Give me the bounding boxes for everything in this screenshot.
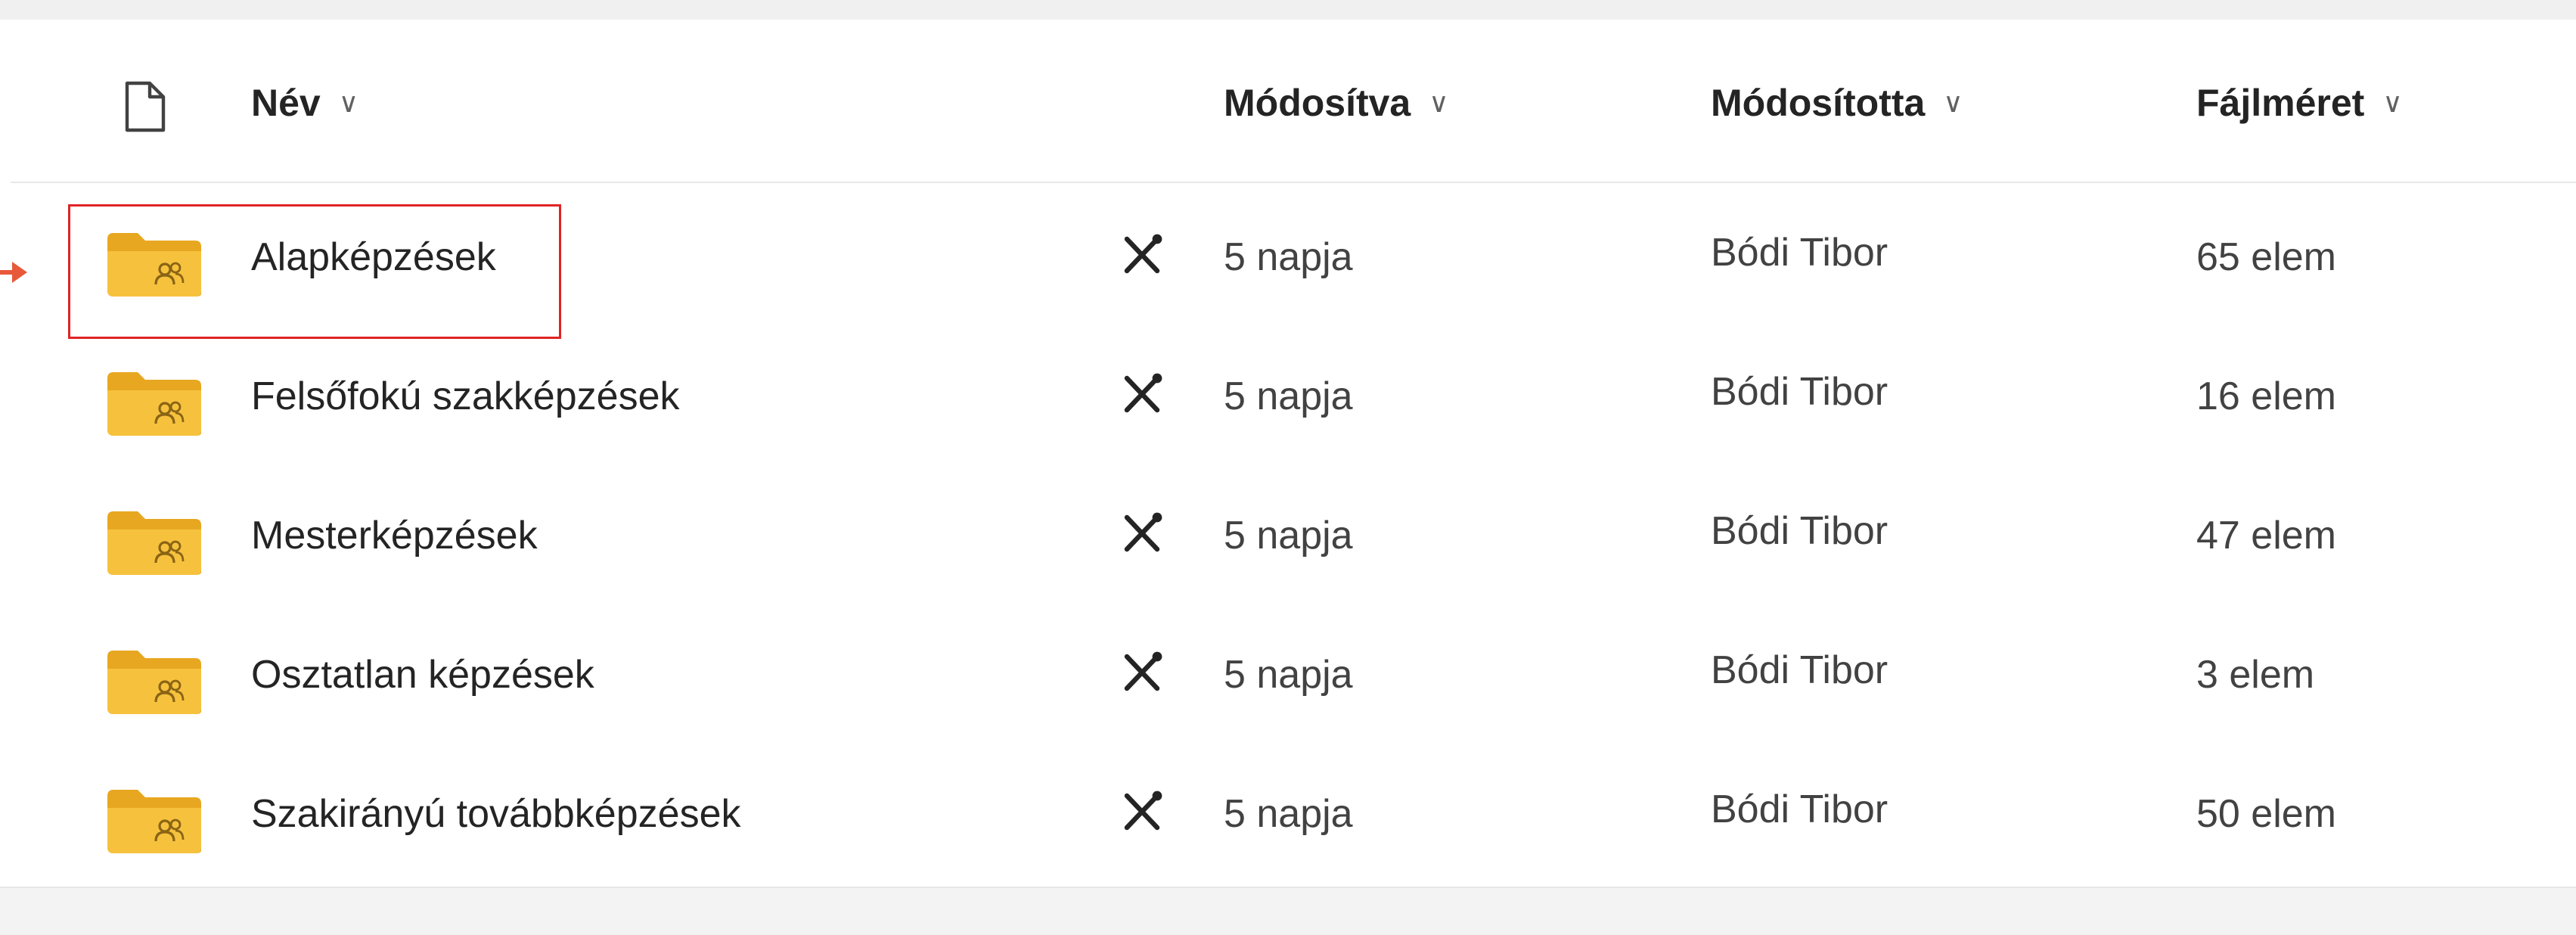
modified-by-user[interactable]: Bódi Tibor (1711, 779, 1888, 840)
file-size: 47 elem (2196, 514, 2336, 558)
modified-by-user[interactable]: Bódi Tibor (1711, 362, 1888, 422)
chevron-down-icon: ∨ (2382, 87, 2403, 118)
arrow-right-icon (0, 262, 27, 283)
column-header-row: Név ∨ Módosítva ∨ Módosította ∨ Fájlmére… (11, 20, 2576, 183)
modified-by-user[interactable]: Bódi Tibor (1711, 222, 1888, 283)
file-list: Név ∨ Módosítva ∨ Módosította ∨ Fájlmére… (11, 20, 2576, 885)
file-size: 50 elem (2196, 792, 2336, 836)
column-header-modified-label: Módosítva (1224, 82, 1411, 124)
tools-icon[interactable] (1118, 648, 1166, 696)
tools-icon[interactable] (1118, 369, 1166, 418)
column-header-modified-by-label: Módosította (1711, 82, 1926, 124)
modified-by-user[interactable]: Bódi Tibor (1711, 640, 1888, 700)
table-row[interactable]: Felsőfokú szakképzések 5 napja Bódi Tibo… (11, 328, 2576, 468)
table-row[interactable]: Osztatlan képzések 5 napja Bódi Tibor 3 … (11, 607, 2576, 746)
shared-folder-icon (107, 790, 201, 853)
chevron-down-icon: ∨ (338, 87, 359, 118)
modified-by-user[interactable]: Bódi Tibor (1711, 501, 1888, 561)
table-row[interactable]: Mesterképzések 5 napja Bódi Tibor 47 ele… (11, 468, 2576, 607)
file-size: 3 elem (2196, 653, 2315, 697)
bottom-band (0, 887, 2576, 935)
modified-date: 5 napja (1224, 235, 1353, 279)
folder-name[interactable]: Osztatlan képzések (251, 645, 594, 705)
column-header-name[interactable]: Név ∨ (251, 73, 358, 133)
tools-icon[interactable] (1118, 787, 1166, 835)
column-header-modified-by[interactable]: Módosította ∨ (1711, 73, 1963, 133)
tools-icon[interactable] (1118, 508, 1166, 557)
highlight-box (68, 204, 561, 339)
column-header-file-size[interactable]: Fájlméret ∨ (2196, 73, 2403, 133)
shared-folder-icon (107, 651, 201, 714)
chevron-down-icon: ∨ (1429, 87, 1449, 118)
column-header-file-size-label: Fájlméret (2196, 82, 2365, 124)
column-header-modified[interactable]: Módosítva ∨ (1224, 73, 1449, 133)
file-size: 65 elem (2196, 235, 2336, 279)
modified-date: 5 napja (1224, 792, 1353, 836)
table-row[interactable]: Szakirányú továbbképzések 5 napja Bódi T… (11, 746, 2576, 885)
tools-icon[interactable] (1118, 230, 1166, 278)
file-size: 16 elem (2196, 374, 2336, 418)
folder-name[interactable]: Felsőfokú szakképzések (251, 366, 680, 427)
shared-folder-icon (107, 511, 201, 575)
folder-name[interactable]: Mesterképzések (251, 505, 538, 566)
shared-folder-icon (107, 372, 201, 436)
document-icon[interactable] (124, 80, 166, 133)
chevron-down-icon: ∨ (1943, 87, 1963, 118)
top-band (0, 0, 2576, 20)
modified-date: 5 napja (1224, 653, 1353, 697)
column-header-name-label: Név (251, 82, 321, 124)
modified-date: 5 napja (1224, 514, 1353, 558)
modified-date: 5 napja (1224, 374, 1353, 418)
folder-name[interactable]: Szakirányú továbbképzések (251, 784, 741, 844)
